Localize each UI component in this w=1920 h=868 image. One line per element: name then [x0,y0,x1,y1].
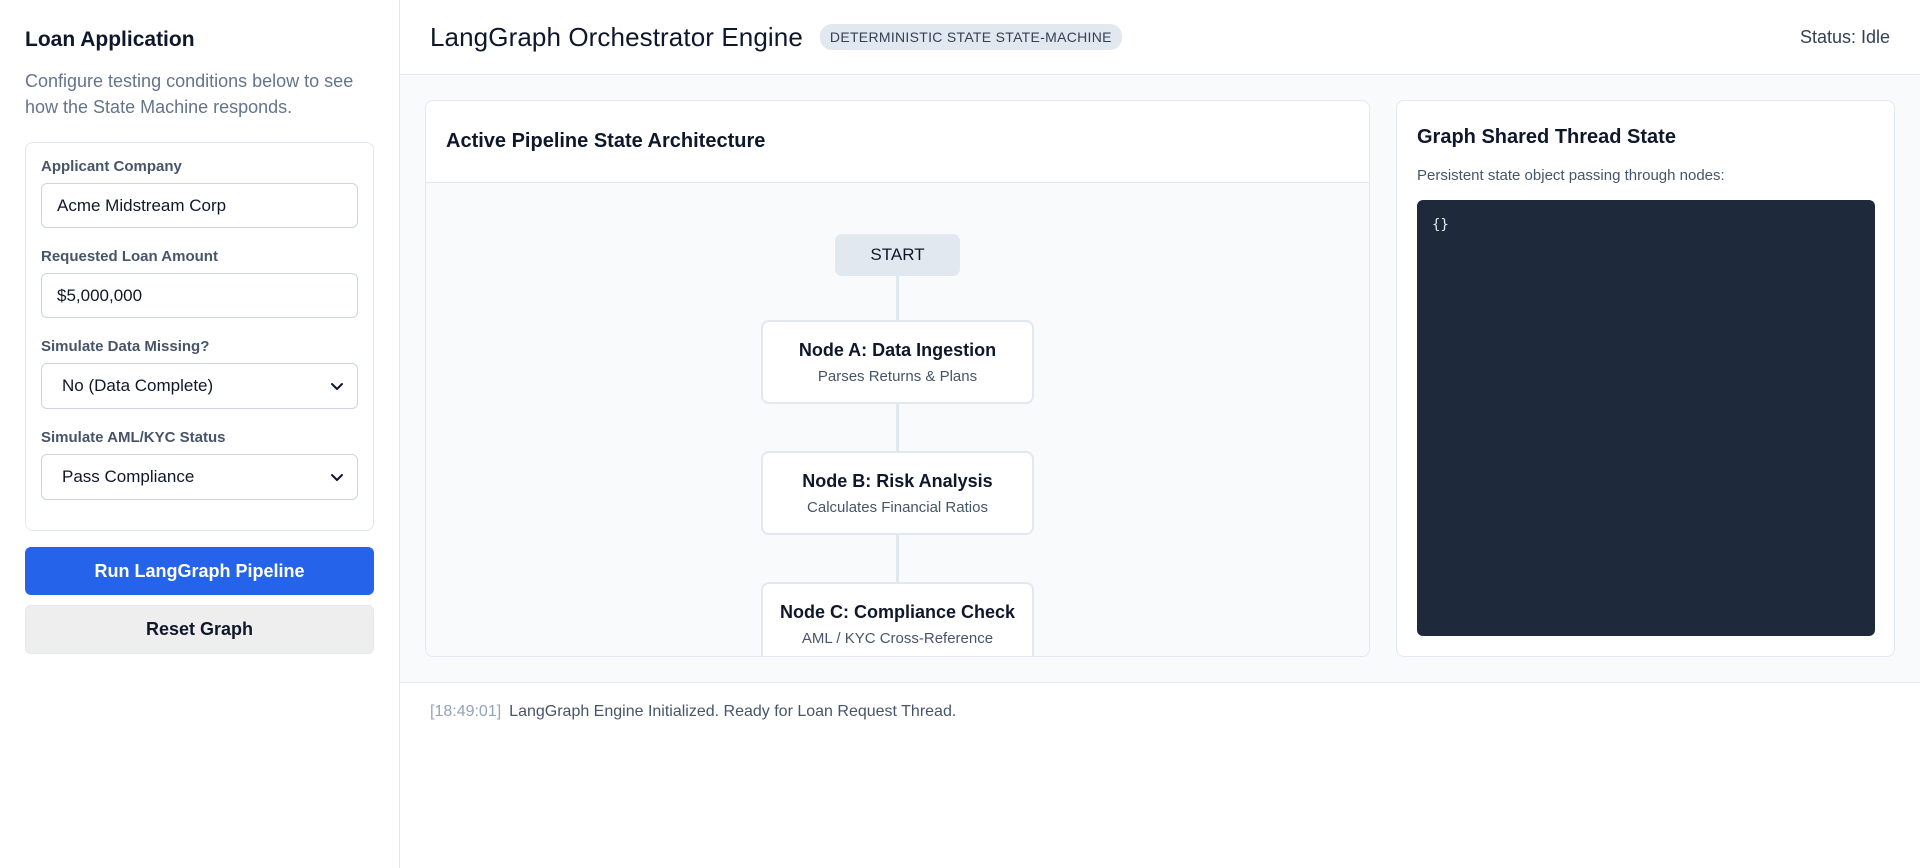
node-b-risk-analysis[interactable]: Node B: Risk Analysis Calculates Financi… [761,451,1034,535]
chevron-down-icon [331,474,343,481]
aml-status-select-value: Pass Compliance [62,467,195,486]
log-entry: [18:49:01] LangGraph Engine Initialized. … [430,703,1890,721]
state-json-viewer: {} [1417,200,1875,636]
aml-status-select[interactable]: Pass Compliance [41,454,358,500]
event-log: [18:49:01] LangGraph Engine Initialized. … [400,682,1920,868]
app-root: Loan Application Configure testing condi… [0,0,1920,868]
missing-label: Simulate Data Missing? [41,338,210,355]
top-header: LangGraph Orchestrator Engine DETERMINIS… [400,0,1920,75]
company-field-group: Applicant Company Acme Midstream Corp [41,158,358,228]
chevron-down-icon [331,383,343,390]
run-pipeline-button[interactable]: Run LangGraph Pipeline [25,547,374,595]
page-title: LangGraph Orchestrator Engine [430,21,803,52]
reset-graph-button[interactable]: Reset Graph [25,605,374,654]
node-a-subtitle: Parses Returns & Plans [817,367,978,385]
data-missing-select[interactable]: No (Data Complete) [41,363,358,409]
node-a-title: Node A: Data Ingestion [798,339,997,360]
mode-badge: DETERMINISTIC STATE STATE-MACHINE [819,24,1122,50]
node-b-subtitle: Calculates Financial Ratios [807,498,988,516]
state-panel-title: Graph Shared Thread State [1417,126,1676,148]
loan-amount-input[interactable]: $5,000,000 [41,273,358,318]
sidebar-intro: Configure testing conditions below to se… [25,71,354,117]
state-panel-description: Persistent state object passing through … [1417,167,1725,184]
edge-b-to-c [896,535,899,582]
sidebar-title: Loan Application [25,28,195,51]
log-timestamp: [18:49:01] [430,703,502,720]
log-message: LangGraph Engine Initialized. Ready for … [509,703,957,720]
pipeline-panel-title: Active Pipeline State Architecture [446,130,766,152]
content-area: Active Pipeline State Architecture START… [400,75,1920,682]
company-input[interactable]: Acme Midstream Corp [41,183,358,228]
company-label: Applicant Company [41,158,182,175]
sidebar: Loan Application Configure testing condi… [0,0,400,868]
amount-field-group: Requested Loan Amount $5,000,000 [41,248,358,318]
pipeline-panel: Active Pipeline State Architecture START… [425,100,1370,657]
pipeline-canvas: START Node A: Data Ingestion Parses Retu… [426,183,1369,656]
pipeline-flow: START Node A: Data Ingestion Parses Retu… [426,183,1369,656]
amount-label: Requested Loan Amount [41,248,218,265]
node-c-subtitle: AML / KYC Cross-Reference [801,629,994,647]
missing-field-group: Simulate Data Missing? No (Data Complete… [41,338,358,409]
aml-label: Simulate AML/KYC Status [41,429,226,446]
node-c-title: Node C: Compliance Check [779,601,1016,622]
node-a-data-ingestion[interactable]: Node A: Data Ingestion Parses Returns & … [761,320,1034,404]
state-panel: Graph Shared Thread State Persistent sta… [1396,100,1895,657]
data-missing-select-value: No (Data Complete) [62,376,214,395]
node-b-title: Node B: Risk Analysis [802,470,993,491]
aml-field-group: Simulate AML/KYC Status Pass Compliance [41,429,358,500]
loan-form: Applicant Company Acme Midstream Corp Re… [25,142,374,531]
start-node: START [835,234,960,276]
edge-a-to-b [896,404,899,451]
node-c-compliance-check[interactable]: Node C: Compliance Check AML / KYC Cross… [761,582,1034,656]
main-area: LangGraph Orchestrator Engine DETERMINIS… [400,0,1920,868]
pipeline-panel-header: Active Pipeline State Architecture [426,101,1369,183]
status-indicator: Status: Idle [1799,26,1890,47]
